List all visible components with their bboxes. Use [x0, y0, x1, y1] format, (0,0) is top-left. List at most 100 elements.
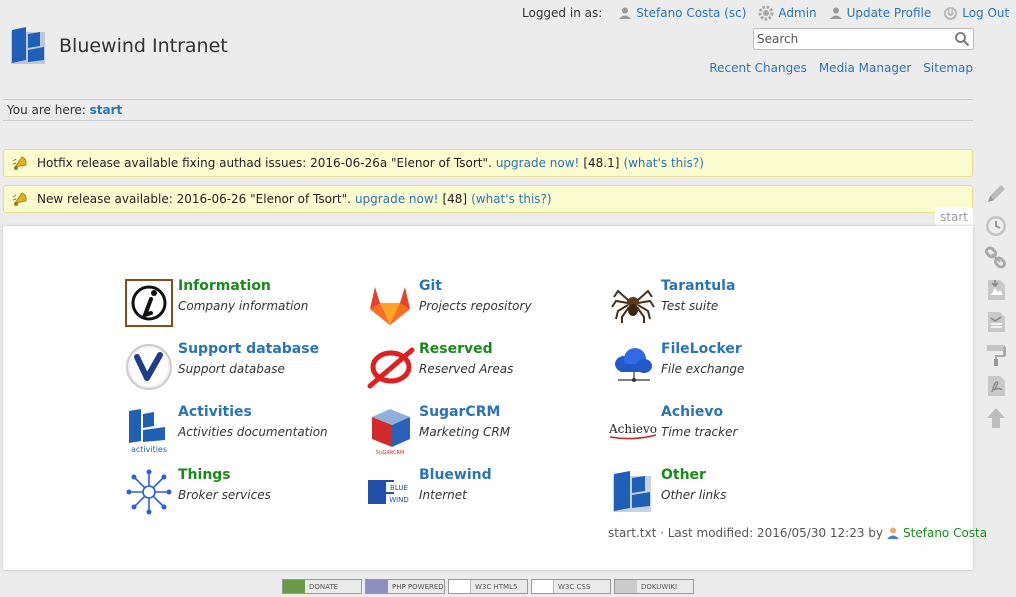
gear-icon: [758, 5, 774, 21]
grid-item-title[interactable]: Support database: [178, 341, 319, 357]
user-profile-link[interactable]: Stefano Costa (sc): [618, 6, 746, 20]
grid-item-title[interactable]: SugarCRM: [419, 404, 500, 420]
w3c-css-badge[interactable]: W3C CSS: [531, 579, 611, 594]
bluewind-icon: BLUE WIND: [368, 480, 412, 504]
dokuwiki-badge[interactable]: DOKUWIKI: [614, 579, 694, 594]
backlinks-icon[interactable]: [983, 245, 1009, 271]
donate-badge[interactable]: DONATE: [282, 579, 362, 594]
site-tools: Recent Changes Media Manager Sitemap: [697, 61, 973, 75]
export-pdf-alt-icon[interactable]: [983, 373, 1009, 399]
support-database-icon: [126, 344, 172, 390]
grid-item-title[interactable]: Activities: [178, 404, 252, 420]
notice-version: [48]: [442, 192, 468, 206]
old-revisions-icon[interactable]: [983, 213, 1009, 239]
grid-item-sugarcrm[interactable]: SUGARCRM SugarCRM Marketing CRM: [366, 404, 596, 457]
grid-item-bluewind[interactable]: BLUE WIND Bluewind Internet: [366, 467, 596, 520]
notice-text: New release available: 2016-06-26 "Eleno…: [37, 192, 351, 206]
activities-icon: activities: [129, 409, 167, 454]
reserved-icon: [367, 347, 415, 389]
other-icon: [613, 471, 651, 512]
grid-item-achievo[interactable]: Achievo Achievo Time tracker: [608, 404, 838, 457]
grid-item-other[interactable]: Other Other links: [608, 467, 838, 520]
filelocker-cloud-icon: [615, 348, 652, 382]
svg-text:SUGARCRM: SUGARCRM: [376, 450, 405, 455]
search-icon[interactable]: [954, 31, 970, 47]
logged-in-label: Logged in as:: [522, 6, 603, 20]
search-input[interactable]: [754, 29, 950, 49]
grid-item-tarantula[interactable]: Tarantula Test suite: [608, 278, 838, 331]
notice-version: [48.1]: [583, 156, 620, 170]
grid-item-description: Time tracker: [661, 425, 738, 439]
bell-icon: [12, 156, 27, 170]
breadcrumb: You are here: start: [3, 99, 973, 121]
doc-info-text: start.txt · Last modified: 2016/05/30 12…: [608, 526, 884, 540]
svg-text:activities: activities: [131, 445, 167, 454]
doc-author-link[interactable]: Stefano Costa: [903, 526, 987, 540]
grid-item-information[interactable]: Information Company information: [125, 278, 355, 331]
grid-item-support-database[interactable]: Support database Support database: [125, 341, 355, 394]
grid-item-description: Internet: [419, 488, 467, 502]
grid-item-description: Test suite: [661, 299, 719, 313]
site-logo[interactable]: [7, 26, 49, 66]
sitemap-link[interactable]: Sitemap: [923, 61, 973, 75]
user-icon: [829, 7, 842, 19]
admin-label[interactable]: Admin: [778, 6, 816, 20]
grid-item-title[interactable]: Other: [661, 467, 706, 483]
grid-item-reserved[interactable]: Reserved Reserved Areas: [366, 341, 596, 394]
grid-item-title[interactable]: Bluewind: [419, 467, 492, 483]
recent-changes-link[interactable]: Recent Changes: [709, 61, 806, 75]
grid-item-title[interactable]: Achievo: [661, 404, 723, 420]
site-title[interactable]: Bluewind Intranet: [59, 35, 228, 57]
media-manager-link[interactable]: Media Manager: [819, 61, 911, 75]
user-tools: Logged in as: Stefano Costa (sc) Admin U…: [522, 5, 1009, 21]
whats-this-link[interactable]: (what's this?): [471, 192, 551, 206]
things-network-icon: [126, 469, 172, 515]
export-pdf-icon[interactable]: [983, 309, 1009, 335]
logout-link[interactable]: Log Out: [943, 6, 1009, 21]
subscribe-icon[interactable]: [983, 341, 1009, 367]
grid-item-activities[interactable]: activities Activities Activities documen…: [125, 404, 355, 457]
logout-label[interactable]: Log Out: [962, 6, 1009, 20]
grid-item-title[interactable]: FileLocker: [661, 341, 742, 357]
edit-page-icon[interactable]: [983, 181, 1009, 207]
grid-item-git[interactable]: Git Projects repository: [366, 278, 596, 331]
page-content: Information Company information Git Proj…: [3, 226, 973, 570]
grid-item-description: Projects repository: [419, 299, 532, 313]
user-name-link[interactable]: Stefano Costa (sc): [636, 6, 746, 20]
grid-item-title[interactable]: Git: [419, 278, 442, 294]
badge-label: PHP POWERED: [392, 582, 444, 591]
grid-item-title[interactable]: Information: [178, 278, 271, 294]
update-profile-label[interactable]: Update Profile: [847, 6, 932, 20]
update-profile-link[interactable]: Update Profile: [829, 6, 932, 20]
whats-this-link[interactable]: (what's this?): [623, 156, 703, 170]
notice-text: Hotfix release available fixing authad i…: [37, 156, 492, 170]
php-powered-badge[interactable]: PHP POWERED: [365, 579, 445, 594]
svg-text:BLUE: BLUE: [390, 484, 408, 492]
admin-link[interactable]: Admin: [758, 5, 817, 21]
tarantula-icon: [611, 289, 655, 323]
grid-item-things[interactable]: Things Broker services: [125, 467, 355, 520]
user-icon: [887, 527, 900, 539]
back-to-top-icon[interactable]: [983, 405, 1009, 431]
grid-item-description: Support database: [178, 362, 285, 376]
upgrade-now-link[interactable]: upgrade now!: [496, 156, 580, 170]
achievo-icon: Achievo: [608, 422, 657, 440]
grid-item-title[interactable]: Tarantula: [661, 278, 735, 294]
grid-item-title[interactable]: Things: [178, 467, 231, 483]
badge-label: W3C CSS: [558, 582, 591, 591]
grid-item-filelocker[interactable]: FileLocker File exchange: [608, 341, 838, 394]
gitlab-icon: [370, 287, 410, 325]
php-badge-logo: [366, 580, 388, 593]
power-icon: [944, 6, 958, 20]
badge-label: DOKUWIKI: [641, 582, 678, 591]
grid-item-title[interactable]: Reserved: [419, 341, 493, 357]
grid-item-description: Reserved Areas: [419, 362, 514, 376]
grid-item-description: Other links: [661, 488, 727, 502]
breadcrumb-start-link[interactable]: start: [90, 103, 123, 117]
export-odt-icon[interactable]: [983, 277, 1009, 303]
upgrade-now-link[interactable]: upgrade now!: [355, 192, 439, 206]
w3c-html5-badge[interactable]: W3C HTML5: [448, 579, 528, 594]
badge-label: DONATE: [309, 582, 339, 591]
svg-text:WIND: WIND: [389, 496, 409, 504]
update-notice-release: New release available: 2016-06-26 "Eleno…: [3, 185, 973, 213]
